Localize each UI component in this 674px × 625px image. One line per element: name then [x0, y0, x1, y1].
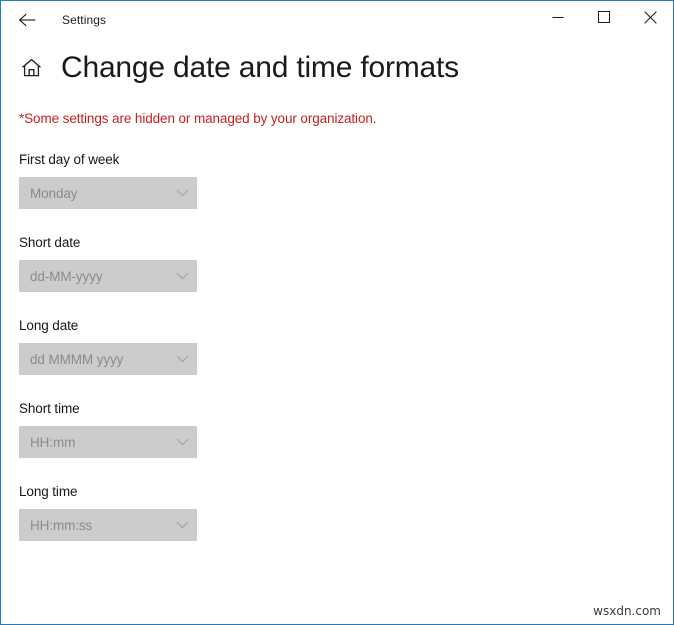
maximize-button[interactable] [581, 1, 627, 33]
chevron-down-icon [167, 260, 197, 292]
close-button[interactable] [627, 1, 673, 33]
setting-label: Long time [19, 484, 673, 499]
minimize-button[interactable] [535, 1, 581, 33]
settings-window: Settings [0, 0, 674, 625]
window-controls [535, 1, 673, 33]
home-icon[interactable] [19, 56, 43, 80]
dropdown-value: Monday [19, 186, 167, 201]
dropdown-value: dd-MM-yyyy [19, 269, 167, 284]
organization-notice: *Some settings are hidden or managed by … [19, 111, 673, 126]
back-arrow-icon [18, 12, 37, 28]
chevron-down-icon [167, 426, 197, 458]
title-bar: Settings [1, 1, 673, 39]
chevron-down-icon [167, 177, 197, 209]
watermark: wsxdn.com [593, 604, 661, 618]
long-time-dropdown[interactable]: HH:mm:ss [19, 509, 197, 541]
setting-group-long-time: Long time HH:mm:ss [19, 484, 673, 541]
setting-label: First day of week [19, 152, 673, 167]
titlebar-title: Settings [62, 13, 106, 27]
minimize-icon [552, 11, 564, 23]
setting-group-short-time: Short time HH:mm [19, 401, 673, 458]
setting-label: Short time [19, 401, 673, 416]
setting-label: Long date [19, 318, 673, 333]
page-title: Change date and time formats [61, 53, 459, 83]
dropdown-value: dd MMMM yyyy [19, 352, 167, 367]
setting-group-first-day-of-week: First day of week Monday [19, 152, 673, 209]
short-time-dropdown[interactable]: HH:mm [19, 426, 197, 458]
short-date-dropdown[interactable]: dd-MM-yyyy [19, 260, 197, 292]
setting-group-short-date: Short date dd-MM-yyyy [19, 235, 673, 292]
dropdown-value: HH:mm [19, 435, 167, 450]
first-day-of-week-dropdown[interactable]: Monday [19, 177, 197, 209]
maximize-icon [598, 11, 610, 23]
close-icon [644, 11, 657, 24]
settings-content: *Some settings are hidden or managed by … [1, 111, 673, 541]
long-date-dropdown[interactable]: dd MMMM yyyy [19, 343, 197, 375]
dropdown-value: HH:mm:ss [19, 518, 167, 533]
setting-group-long-date: Long date dd MMMM yyyy [19, 318, 673, 375]
page-header: Change date and time formats [1, 53, 673, 83]
setting-label: Short date [19, 235, 673, 250]
chevron-down-icon [167, 343, 197, 375]
back-button[interactable] [5, 4, 49, 36]
chevron-down-icon [167, 509, 197, 541]
